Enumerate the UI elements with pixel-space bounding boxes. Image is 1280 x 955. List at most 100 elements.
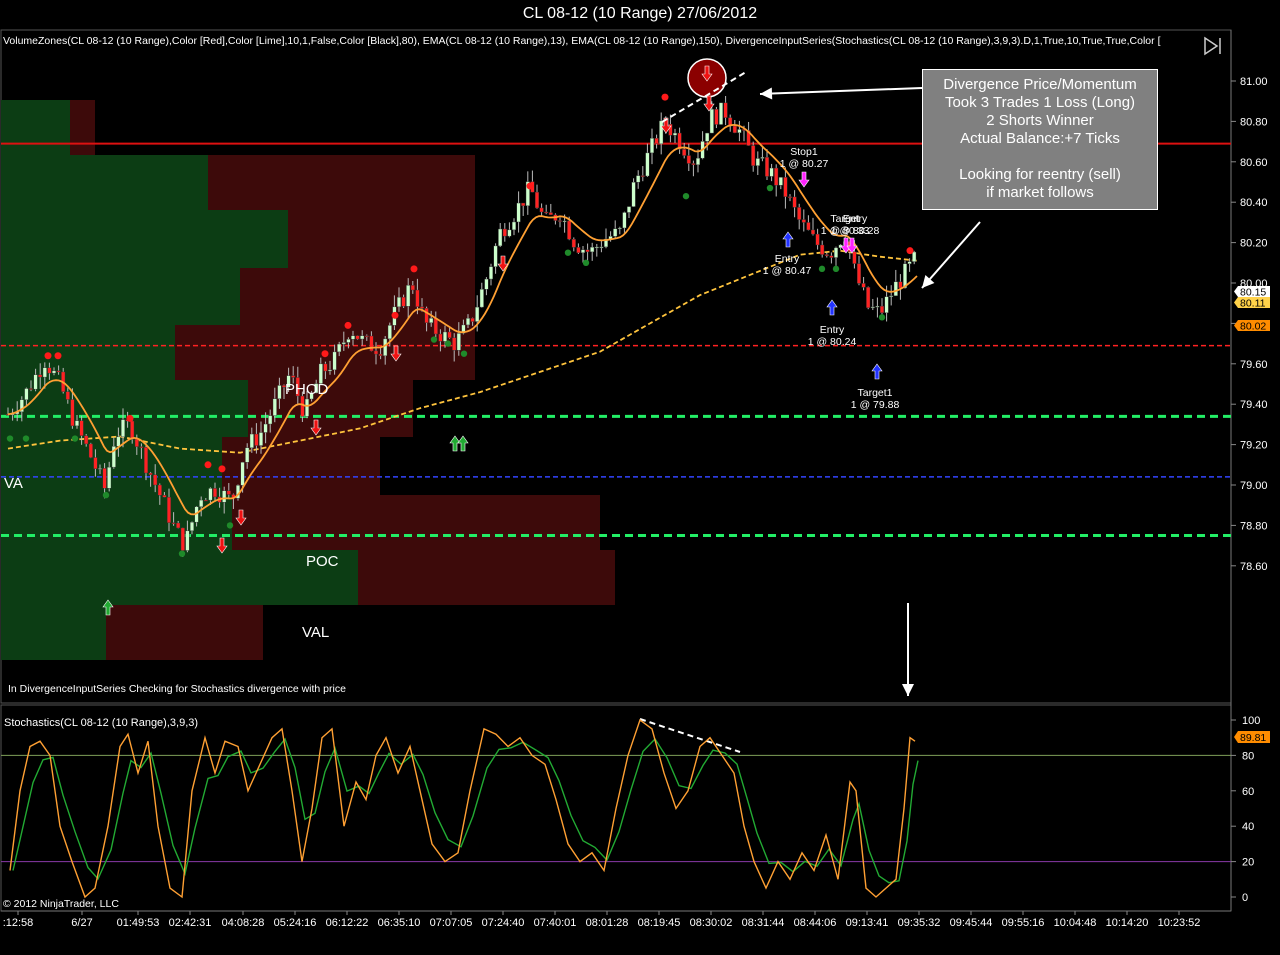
- candle-body: [355, 335, 360, 340]
- trade-label-stop1: Stop1: [790, 146, 818, 158]
- candle-body: [56, 370, 61, 373]
- trade-label-entry-overlap-price: 1 @ 80.28: [831, 225, 880, 237]
- price-ytick-label: 81.00: [1240, 76, 1268, 88]
- candle-body: [829, 255, 834, 258]
- volume-zone-up: [1, 100, 70, 155]
- signal-dot-green: [682, 192, 690, 200]
- candle-body: [498, 228, 503, 247]
- time-xtick-label: 07:07:05: [430, 917, 473, 929]
- candle-body: [714, 108, 719, 125]
- candle-body: [581, 249, 586, 253]
- price-badge-label: 80.02: [1240, 321, 1266, 333]
- candle-body: [783, 177, 788, 197]
- candle-body: [429, 318, 434, 323]
- signal-dot-green: [564, 249, 572, 256]
- candle-body: [415, 289, 420, 307]
- candle-body: [893, 281, 898, 296]
- signal-dot-green: [582, 259, 590, 266]
- candle-body: [792, 196, 797, 208]
- candle-body: [516, 202, 521, 223]
- volume-zone-down: [288, 210, 475, 268]
- candle-body: [466, 318, 471, 326]
- up-arrow-icon: [457, 435, 469, 452]
- candle-body: [79, 420, 84, 436]
- price-badges: 80.1580.1180.0289.81: [1234, 286, 1270, 744]
- annotation-line: Took 3 Trades 1 Loss (Long): [944, 94, 1136, 111]
- candle-body: [153, 474, 158, 486]
- annotation-line: if market follows: [986, 184, 1094, 201]
- time-xtick-label: 10:14:20: [1106, 917, 1149, 929]
- signal-dot-green: [178, 550, 186, 557]
- candle-body: [134, 439, 139, 447]
- candle-body: [420, 306, 425, 309]
- footer-note: In DivergenceInputSeries Checking for St…: [8, 683, 346, 695]
- candle-body: [824, 254, 829, 256]
- candle-body: [627, 206, 632, 213]
- candle-body: [673, 132, 678, 136]
- copyright: © 2012 NinjaTrader, LLC: [3, 898, 119, 910]
- volume-zone-up: [1, 155, 208, 210]
- signal-dot-green: [226, 522, 234, 529]
- annotation-line: 2 Shorts Winner: [986, 112, 1094, 129]
- candle-body: [636, 175, 641, 183]
- stoch-lines: [9, 718, 919, 899]
- candle-body: [360, 335, 365, 340]
- candle-body: [203, 499, 208, 502]
- signal-dot-red: [44, 352, 52, 360]
- candle-body: [199, 499, 204, 507]
- time-xtick-label: 09:13:41: [846, 917, 889, 929]
- volume-zone-down: [248, 380, 413, 437]
- scroll-end-icon[interactable]: [1203, 36, 1225, 56]
- candle-body: [548, 212, 553, 216]
- annotation-line: Looking for reentry (sell): [959, 166, 1121, 183]
- time-xtick-label: 10:04:48: [1054, 917, 1097, 929]
- annotation-box: Divergence Price/Momentum Took 3 Trades 1…: [922, 69, 1158, 210]
- volume-zone-up: [1, 325, 175, 380]
- time-xtick-label: 07:40:01: [534, 917, 577, 929]
- up-arrow-icon: [871, 363, 883, 380]
- candle-body: [171, 522, 176, 524]
- time-xtick-label: :12:58: [3, 917, 34, 929]
- pointer-arrow-peak-head: [760, 87, 773, 100]
- volume-zone-up: [1, 210, 288, 268]
- pointer-arrow-peak: [759, 87, 923, 95]
- signal-dot-red: [906, 247, 914, 255]
- signal-dot-green: [6, 435, 14, 442]
- signal-dot-green: [832, 265, 840, 273]
- candle-body: [332, 351, 337, 371]
- time-xtick-label: 06:12:22: [326, 917, 369, 929]
- candle-body: [797, 207, 802, 220]
- candle-body: [889, 295, 894, 297]
- candle-body: [406, 285, 411, 307]
- candle-body: [346, 339, 351, 343]
- candle-body: [709, 108, 714, 134]
- candle-body: [558, 220, 563, 222]
- candle-body: [351, 335, 356, 340]
- candle-body: [599, 246, 604, 249]
- volume-zone-down: [222, 437, 380, 495]
- candle-body: [387, 325, 392, 340]
- candle-body: [378, 353, 383, 356]
- signal-dot-green: [102, 491, 110, 499]
- volume-zone-down: [240, 268, 475, 325]
- candle-body: [305, 398, 310, 417]
- signal-dot-green: [444, 340, 452, 347]
- candle-body: [166, 496, 171, 523]
- candle-body: [341, 342, 346, 345]
- candle-body: [732, 125, 737, 133]
- candle-body: [208, 488, 213, 501]
- trade-label-target1-price: 1 @ 79.88: [851, 399, 900, 411]
- candle-body: [226, 490, 231, 495]
- candle-body: [875, 305, 880, 308]
- candle-body: [640, 175, 645, 177]
- up-arrow-icon: [449, 435, 461, 452]
- candle-body: [52, 370, 57, 374]
- candle-body: [571, 238, 576, 248]
- volume-zone-down: [358, 550, 615, 605]
- time-xtick-label: 09:35:32: [898, 917, 941, 929]
- candle-body: [176, 522, 181, 529]
- volume-zone-up: [1, 495, 232, 550]
- candle-body: [880, 305, 885, 313]
- candle-body: [512, 221, 517, 231]
- stoch-k-path: [9, 718, 916, 899]
